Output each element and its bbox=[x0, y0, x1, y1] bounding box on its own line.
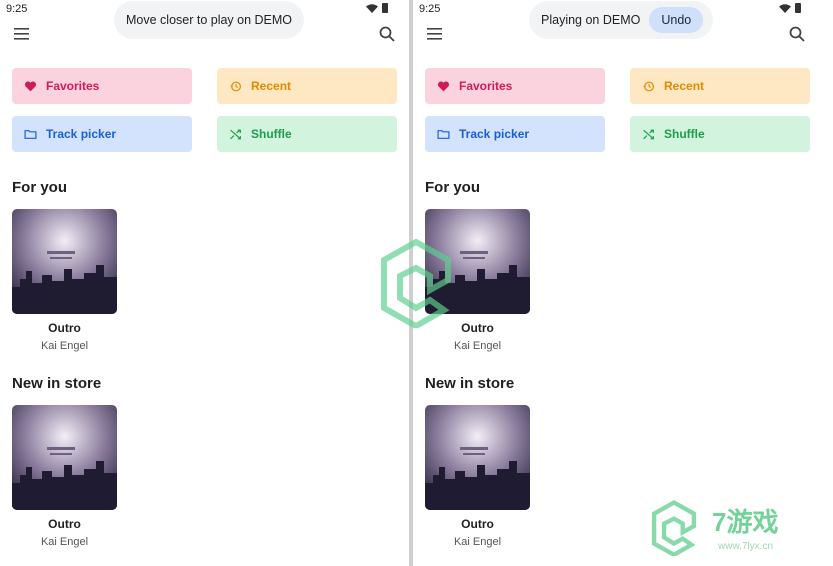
history-icon bbox=[230, 81, 241, 91]
album-title: Outro bbox=[461, 517, 494, 531]
recent-label: Recent bbox=[251, 79, 292, 93]
album-art[interactable] bbox=[12, 209, 117, 314]
album-artist: Kai Engel bbox=[453, 536, 502, 548]
right-screen: 9:25 Playing on DEMO Undo Favorites Rece… bbox=[413, 0, 833, 566]
shuffle-chip[interactable]: Shuffle bbox=[630, 116, 810, 152]
battery-icon bbox=[382, 3, 388, 13]
watermark-logo-small bbox=[651, 500, 697, 556]
track-picker-label: Track picker bbox=[46, 127, 117, 141]
favorites-label: Favorites bbox=[46, 79, 100, 93]
history-icon bbox=[643, 81, 654, 91]
album-art[interactable] bbox=[425, 405, 530, 510]
album-artist: Kai Engel bbox=[453, 340, 502, 352]
status-time: 9:25 bbox=[419, 3, 441, 15]
wifi-icon bbox=[366, 3, 378, 13]
shuffle-label: Shuffle bbox=[251, 127, 292, 141]
track-picker-label: Track picker bbox=[459, 127, 530, 141]
recent-chip[interactable]: Recent bbox=[630, 68, 810, 104]
shuffle-icon bbox=[230, 129, 241, 139]
album-title: Outro bbox=[48, 517, 81, 531]
album-art[interactable] bbox=[12, 405, 117, 510]
new-in-store-title: New in store bbox=[425, 375, 515, 392]
toast-text: Move closer to play on DEMO bbox=[126, 13, 293, 27]
cast-toast: Playing on DEMO Undo bbox=[529, 1, 714, 39]
left-screen: 9:25 Move closer to play on DEMO Favorit… bbox=[0, 0, 410, 566]
album-artist: Kai Engel bbox=[40, 340, 89, 352]
new-in-store-title: New in store bbox=[12, 375, 102, 392]
search-icon[interactable] bbox=[789, 26, 805, 42]
folder-icon bbox=[437, 129, 450, 139]
menu-icon[interactable] bbox=[14, 28, 29, 40]
undo-button[interactable]: Undo bbox=[649, 7, 704, 33]
shuffle-icon bbox=[643, 129, 654, 139]
cast-toast: Move closer to play on DEMO bbox=[114, 1, 305, 39]
search-icon[interactable] bbox=[379, 26, 395, 42]
battery-icon bbox=[795, 3, 801, 13]
track-picker-chip[interactable]: Track picker bbox=[12, 116, 192, 152]
heart-icon bbox=[437, 81, 450, 91]
watermark-url: www.7lyx.cn bbox=[718, 541, 774, 552]
for-you-title: For you bbox=[12, 179, 67, 196]
watermark-logo bbox=[381, 238, 451, 328]
for-you-title: For you bbox=[425, 179, 480, 196]
favorites-label: Favorites bbox=[459, 79, 513, 93]
toast-text: Playing on DEMO bbox=[541, 13, 641, 27]
favorites-chip[interactable]: Favorites bbox=[425, 68, 605, 104]
shuffle-chip[interactable]: Shuffle bbox=[217, 116, 397, 152]
track-picker-chip[interactable]: Track picker bbox=[425, 116, 605, 152]
menu-icon[interactable] bbox=[427, 28, 442, 40]
status-icons bbox=[779, 3, 801, 13]
watermark-text: 7游戏 bbox=[712, 507, 779, 537]
recent-label: Recent bbox=[664, 79, 705, 93]
favorites-chip[interactable]: Favorites bbox=[12, 68, 192, 104]
album-title: Outro bbox=[48, 321, 81, 335]
heart-icon bbox=[24, 81, 37, 91]
album-artist: Kai Engel bbox=[40, 536, 89, 548]
folder-icon bbox=[24, 129, 37, 139]
recent-chip[interactable]: Recent bbox=[217, 68, 397, 104]
wifi-icon bbox=[779, 3, 791, 13]
status-icons bbox=[366, 3, 388, 13]
status-time: 9:25 bbox=[6, 3, 28, 15]
shuffle-label: Shuffle bbox=[664, 127, 705, 141]
